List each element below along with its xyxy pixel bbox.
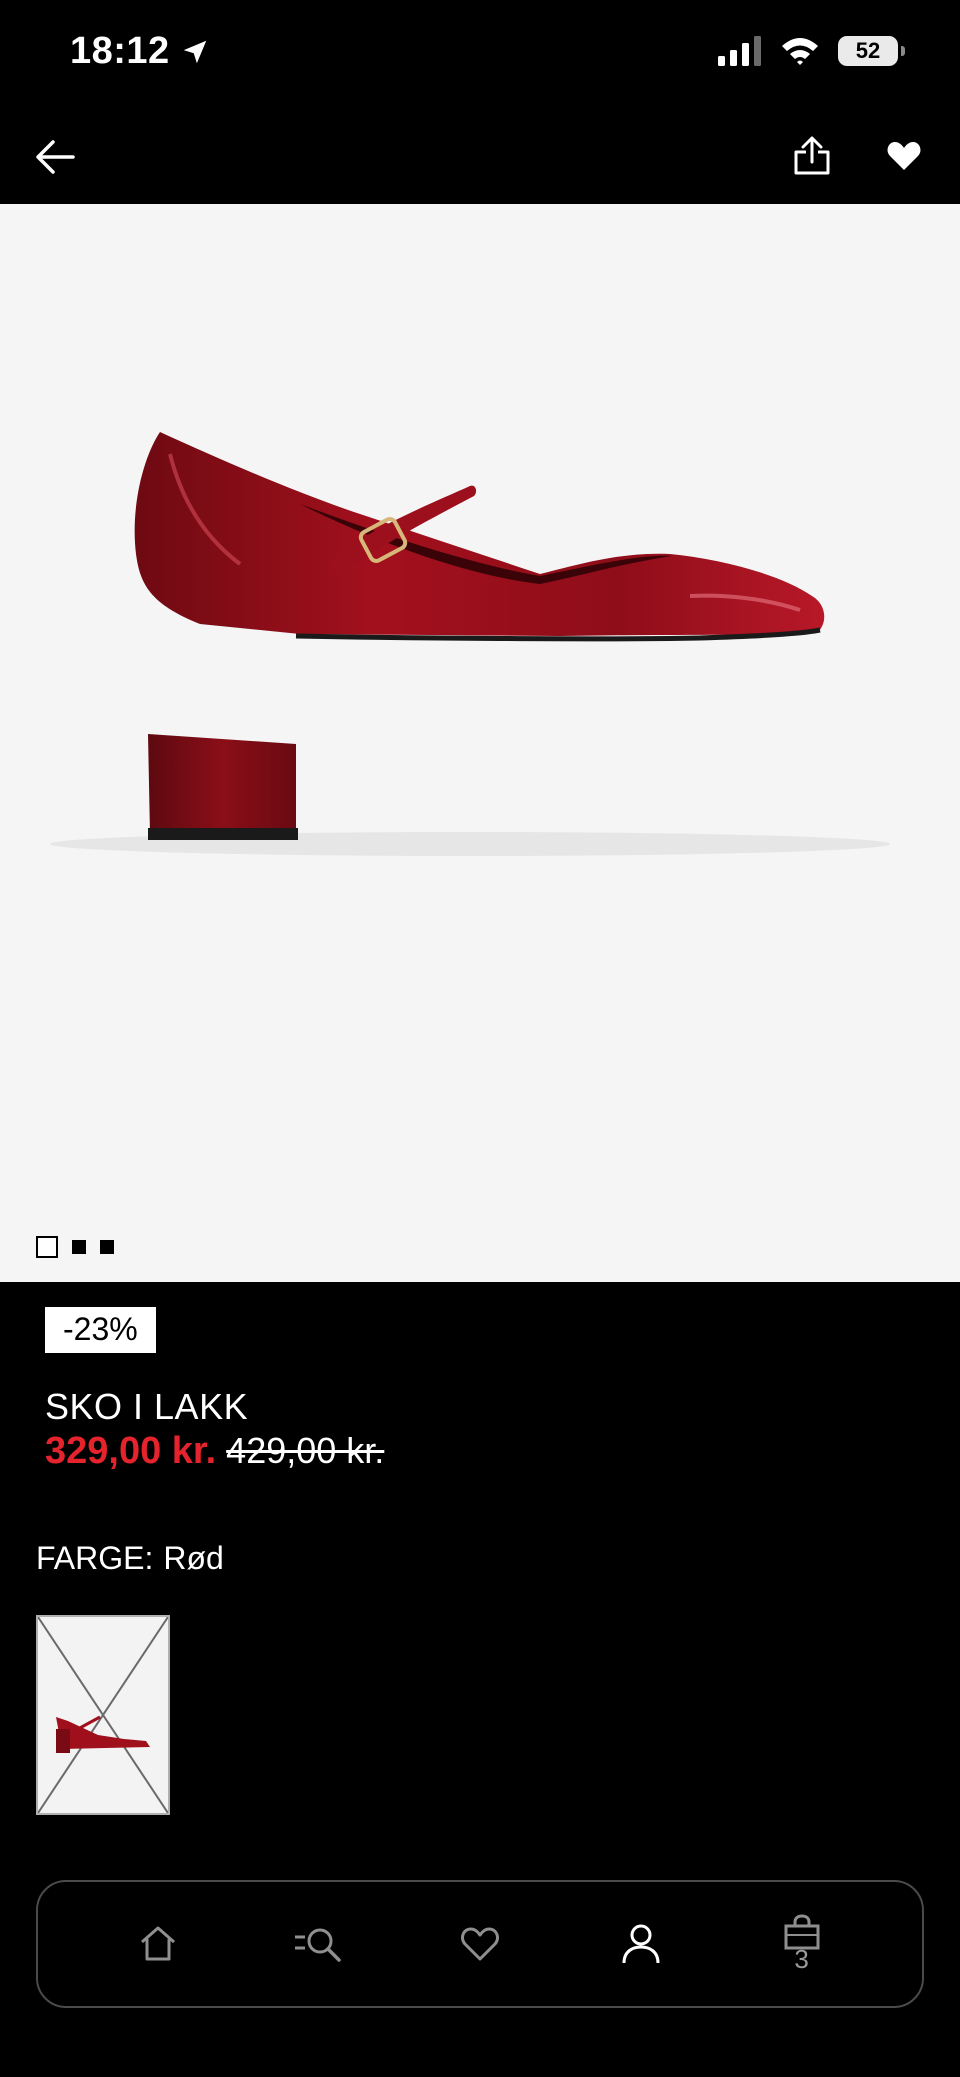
- price-row: 329,00 kr. 429,00 kr.: [45, 1430, 384, 1473]
- favorite-button[interactable]: [876, 128, 932, 184]
- status-indicators: 52: [718, 36, 905, 66]
- color-label: FARGE: Rød: [36, 1540, 224, 1577]
- user-icon: [622, 1924, 660, 1964]
- color-label-prefix: FARGE:: [36, 1540, 154, 1576]
- heart-filled-icon: [887, 142, 921, 170]
- nav-account-button[interactable]: [601, 1904, 681, 1984]
- search-icon: [295, 1928, 341, 1962]
- nav-home-button[interactable]: [118, 1904, 198, 1984]
- location-arrow-icon: [183, 40, 206, 63]
- wifi-icon: [782, 38, 818, 65]
- status-bar: 18:12 52: [0, 0, 960, 110]
- bag-count-badge: 3: [794, 1943, 809, 1974]
- nav-search-button[interactable]: [279, 1904, 359, 1984]
- carousel-dot[interactable]: [100, 1240, 114, 1254]
- status-time: 18:12: [70, 30, 210, 73]
- cellular-signal-icon: [718, 36, 761, 66]
- status-time-text: 18:12: [70, 30, 170, 72]
- nav-wishlist-button[interactable]: [440, 1904, 520, 1984]
- back-button[interactable]: [28, 130, 82, 184]
- swatch-thumbnail: [38, 1617, 168, 1813]
- nav-bag-button[interactable]: 3: [762, 1904, 842, 1984]
- arrow-left-icon: [36, 140, 75, 174]
- color-swatch-red[interactable]: [36, 1615, 170, 1815]
- home-icon: [141, 1926, 176, 1961]
- product-image-gallery[interactable]: [0, 204, 960, 1282]
- product-image: [50, 432, 890, 856]
- heart-outline-icon: [461, 1927, 499, 1961]
- sale-price: 329,00 kr.: [45, 1430, 217, 1472]
- battery-indicator: 52: [838, 36, 905, 66]
- discount-badge: -23%: [45, 1307, 156, 1353]
- color-value: Rød: [163, 1540, 224, 1576]
- share-icon: [794, 136, 830, 175]
- original-price: 429,00 kr.: [226, 1430, 385, 1471]
- bottom-navigation: 3: [36, 1880, 924, 2008]
- carousel-indicator: [36, 1236, 114, 1258]
- carousel-dot[interactable]: [72, 1240, 86, 1254]
- share-button[interactable]: [784, 128, 840, 184]
- battery-level: 52: [855, 38, 881, 63]
- product-title: SKO I LAKK: [45, 1386, 249, 1427]
- carousel-dot-active[interactable]: [36, 1236, 58, 1258]
- product-header: [0, 110, 960, 204]
